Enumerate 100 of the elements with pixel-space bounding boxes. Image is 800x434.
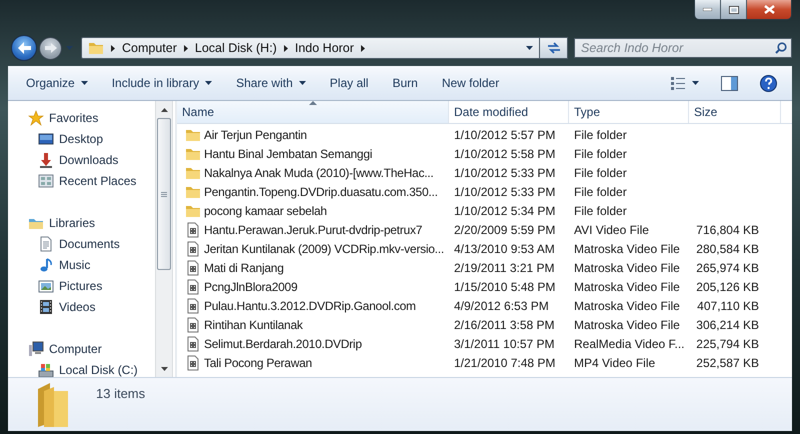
toolbar-button[interactable]: Include in library [106,71,218,95]
video-file-icon [185,240,201,256]
breadcrumb-arrow-icon [184,44,188,52]
table-cell-text: MP4 Video File [573,356,656,370]
video-file-icon [185,278,201,294]
item-count: 13 items [96,386,146,401]
column-header[interactable]: Name [177,101,449,123]
table-cell-text: 306,214 KB [695,318,760,332]
close-button[interactable] [747,0,791,19]
toolbar-button[interactable]: Burn [386,71,424,95]
table-cell-text: 407,110 KB [696,298,760,312]
table-cell-text: Matroska Video File [573,298,681,312]
table-cell-text: Matroska Video File [573,318,681,332]
table-cell-text: 1/10/2012 5:33 PM [453,184,556,198]
breadcrumb[interactable]: Computer [122,41,177,55]
nav-item[interactable]: Favorites [8,107,155,128]
table-cell-text: File folder [573,184,628,198]
scrollbar-thumb[interactable] [157,118,171,270]
document-icon [38,236,54,252]
table-cell-text: 2/16/2011 3:58 PM [453,318,556,332]
nav-item[interactable]: Music [8,254,155,275]
table-cell-text: File folder [573,204,628,218]
table-cell-text: Matroska Video File [573,242,681,256]
file-name: pocong kamaar sebelah [204,204,327,218]
toolbar-button[interactable]: Organize [20,71,94,95]
file-name: Jeritan Kuntilanak (2009) VCDRip.mkv-versio... [204,242,444,256]
table-cell-text: RealMedia Video F... [573,336,686,350]
nav-item[interactable]: Computer [8,338,155,359]
breadcrumb-arrow-icon [360,44,365,52]
search-field[interactable]: Search Indo Horor [574,38,792,58]
nav-item[interactable]: Pictures [8,275,155,296]
file-name: Mati di Ranjang [204,260,284,274]
video-file-icon [185,316,201,332]
back-arrow-icon [17,42,31,54]
close-icon [764,5,774,14]
table-cell-text: File folder [573,146,628,160]
video-file-icon [185,298,201,314]
file-name: PcngJlnBlora2009 [204,280,298,294]
caret-icon [526,46,533,50]
toolbar-button[interactable]: Play all [324,71,374,95]
nav-item[interactable]: Documents [8,233,155,254]
toolbar-button[interactable]: Share with [230,71,312,95]
refresh-button[interactable] [540,37,568,59]
nav-item[interactable]: Local Disk (C:) [8,359,155,377]
folder-icon [36,380,70,428]
video-file-icon [185,336,201,352]
table-cell-text: File folder [573,166,628,180]
pictures-icon [38,278,54,294]
table-cell-text: 4/9/2012 6:53 PM [453,298,550,312]
preview-pane-icon [721,76,738,90]
maximize-button[interactable] [721,0,747,19]
minimize-button[interactable] [695,0,721,19]
nav-item[interactable]: Desktop [8,128,155,149]
table-cell-text: 265,974 KB [695,260,760,274]
back-button[interactable] [11,35,37,61]
grip-icon [161,192,167,196]
nav-item[interactable]: Downloads [8,149,155,170]
table-cell-text: 280,584 KB [695,242,760,256]
videos-icon [38,298,54,314]
file-name: Hantu.Perawan.Jeruk.Purut-dvdrip-petrux7 [204,222,422,236]
disk-icon [38,362,54,377]
nav-item[interactable]: Recent Places [8,170,155,191]
table-cell-text: AVI Video File [573,222,650,236]
breadcrumb[interactable]: Local Disk (H:) [194,41,277,55]
table-cell-text: File folder [573,128,628,142]
down-arrow-icon [160,366,168,370]
table-cell-text: 2/19/2011 3:21 PM [453,260,556,274]
forward-button[interactable] [39,36,62,60]
details-view-icon [670,76,686,90]
video-file-icon [185,260,201,276]
video-file-icon [185,354,201,370]
table-cell-text: 225,794 KB [695,336,760,350]
breadcrumb-arrow-icon [111,44,115,52]
download-icon [38,152,54,168]
file-name: Hantu Binal Jembatan Semanggi [204,146,372,160]
table-cell-text: 205,126 KB [695,280,760,294]
table-cell-text: 716,804 KB [695,222,760,236]
video-file-icon [185,222,201,238]
toolbar-button[interactable]: New folder [436,71,506,95]
up-arrow-icon [160,108,168,112]
breadcrumb[interactable]: Indo Horor [294,41,354,55]
table-cell-text: 1/21/2010 7:48 PM [453,356,556,370]
table-cell-text: Matroska Video File [573,280,681,294]
file-name: Nakalnya Anak Muda (2010)-[www.TheHac... [204,166,434,180]
star-icon [28,110,44,126]
nav-item[interactable]: Libraries [8,212,155,233]
table-cell-text: 1/10/2012 5:57 PM [453,128,556,142]
nav-item[interactable]: Videos [8,296,155,317]
maximize-icon [728,6,738,14]
minimize-icon [703,8,712,11]
file-name: Pengantin.Topeng.DVDrip.duasatu.com.350... [204,184,438,198]
forward-arrow-icon [44,43,56,53]
recent-places-icon [38,172,54,188]
table-cell-text: 3/1/2011 10:57 PM [453,336,556,350]
search-icon [775,42,787,54]
help-icon [760,74,777,92]
caret-icon [692,81,699,85]
file-name: Pulau.Hantu.3.2012.DVDRip.Ganool.com [204,298,416,312]
table-cell-text: 4/13/2010 9:53 AM [453,242,556,256]
table-cell-text: 2/20/2009 5:59 PM [453,222,556,236]
